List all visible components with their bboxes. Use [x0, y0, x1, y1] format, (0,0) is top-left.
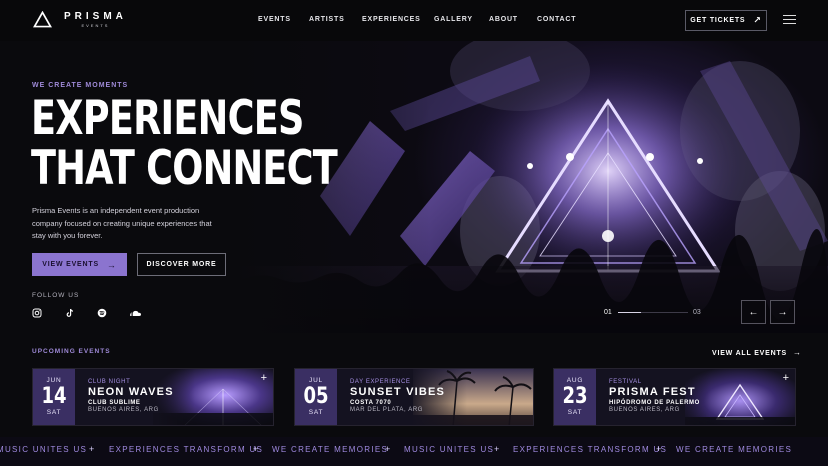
- marquee-item: MUSIC UNITES US: [0, 445, 88, 454]
- event-info: DAY EXPERIENCE SUNSET VIBES COSTA 7070 M…: [350, 379, 445, 413]
- event-city: MAR DEL PLATA, ARG: [350, 407, 424, 413]
- event-venue: CLUB SUBLIME: [88, 400, 141, 406]
- soundcloud-icon[interactable]: [129, 308, 142, 318]
- event-card-sunset-vibes[interactable]: JUL 05 SAT DAY EXPERIENCE SUNSET VIBES C…: [294, 368, 534, 426]
- slide-total-number: 03: [693, 309, 701, 316]
- view-all-events-label: VIEW ALL EVENTS: [712, 350, 788, 357]
- event-info: FESTIVAL PRISMA FEST HIPÓDROMO DE PALERM…: [609, 379, 700, 413]
- event-card-prisma-fest[interactable]: AUG 23 SAT FESTIVAL PRISMA FEST HIPÓDROM…: [553, 368, 796, 426]
- marquee-item: EXPERIENCES TRANSFORM US: [109, 445, 264, 454]
- nav-link-contact[interactable]: CONTACT: [537, 16, 576, 23]
- event-card-neon-waves[interactable]: JUN 14 SAT CLUB NIGHT NEON WAVES CLUB SU…: [32, 368, 274, 426]
- event-venue: COSTA 7070: [350, 400, 392, 406]
- slide-progress-fill: [618, 312, 642, 313]
- top-navigation: PRISMA EVENTS EVENTS ARTISTS EXPERIENCES…: [0, 0, 828, 41]
- marquee-item: EXPERIENCES TRANSFORM US: [513, 445, 668, 454]
- brand-logo[interactable]: PRISMA EVENTS: [33, 11, 127, 28]
- event-city: BUENOS AIRES, ARG: [609, 407, 680, 413]
- hero-eyebrow: WE CREATE MOMENTS: [32, 82, 129, 89]
- nav-link-gallery[interactable]: GALLERY: [434, 16, 473, 23]
- slide-prev-button[interactable]: ←: [741, 300, 766, 324]
- plus-icon: +: [494, 444, 500, 454]
- event-day: 14: [41, 384, 67, 409]
- event-name: PRISMA FEST: [609, 386, 696, 398]
- marquee-item: MUSIC UNITES US: [404, 445, 495, 454]
- plus-icon: +: [89, 444, 95, 454]
- plus-icon[interactable]: +: [783, 373, 789, 384]
- event-category: FESTIVAL: [609, 379, 642, 385]
- upcoming-events-title: UPCOMING EVENTS: [32, 348, 111, 355]
- slide-next-button[interactable]: →: [770, 300, 795, 324]
- plus-icon: +: [253, 444, 259, 454]
- hero-headline: EXPERIENCES THAT CONNECT: [31, 91, 338, 196]
- event-name: SUNSET VIBES: [350, 386, 446, 398]
- event-city: BUENOS AIRES, ARG: [88, 407, 159, 413]
- prism-logo-icon: [33, 11, 52, 28]
- event-day: 05: [303, 384, 329, 409]
- plus-icon: +: [656, 444, 662, 454]
- event-venue: HIPÓDROMO DE PALERMO: [609, 400, 700, 406]
- event-name: NEON WAVES: [88, 386, 174, 398]
- slide-current-number: 01: [604, 309, 612, 316]
- discover-more-button[interactable]: DISCOVER MORE: [137, 253, 226, 276]
- view-events-label: VIEW EVENTS: [42, 261, 99, 268]
- get-tickets-button[interactable]: GET TICKETS ↗: [685, 10, 767, 31]
- hero-headline-line-1: EXPERIENCES: [31, 91, 304, 146]
- hero-section: WE CREATE MOMENTS EXPERIENCES THAT CONNE…: [0, 41, 828, 333]
- plus-icon[interactable]: +: [261, 373, 267, 384]
- instagram-icon[interactable]: [32, 308, 42, 318]
- nav-link-artists[interactable]: ARTISTS: [309, 16, 345, 23]
- nav-link-about[interactable]: ABOUT: [489, 16, 518, 23]
- get-tickets-label: GET TICKETS: [690, 17, 746, 24]
- event-category: CLUB NIGHT: [88, 379, 131, 385]
- tiktok-icon[interactable]: [65, 308, 75, 318]
- follow-us-label: FOLLOW US: [32, 292, 80, 299]
- marquee-item: WE CREATE MEMORIES: [272, 445, 389, 454]
- marquee-banner: MUSIC UNITES US + EXPERIENCES TRANSFORM …: [0, 437, 828, 466]
- slide-progress-track: [618, 312, 688, 313]
- arrow-right-icon: →: [777, 306, 788, 318]
- nav-link-experiences[interactable]: EXPERIENCES: [362, 16, 421, 23]
- arrow-left-icon: ←: [748, 306, 759, 318]
- event-weekday: SAT: [308, 409, 324, 416]
- event-date-block: JUN 14 SAT: [33, 369, 75, 425]
- hamburger-menu-icon[interactable]: [783, 15, 796, 25]
- event-month: AUG: [566, 377, 584, 384]
- event-date-block: AUG 23 SAT: [554, 369, 596, 425]
- view-all-events-link[interactable]: VIEW ALL EVENTS →: [712, 348, 802, 357]
- event-info: CLUB NIGHT NEON WAVES CLUB SUBLIME BUENO…: [88, 379, 174, 413]
- discover-more-label: DISCOVER MORE: [146, 261, 217, 268]
- hero-headline-line-2: THAT CONNECT: [31, 141, 338, 196]
- arrow-right-icon: →: [106, 259, 117, 270]
- hero-description: Prisma Events is an independent event pr…: [32, 206, 212, 240]
- arrow-right-icon: →: [793, 348, 802, 357]
- spotify-icon[interactable]: [97, 308, 107, 318]
- brand-subtitle: EVENTS: [81, 22, 110, 28]
- event-day: 23: [562, 384, 588, 409]
- event-weekday: SAT: [46, 409, 62, 416]
- event-month: JUL: [309, 377, 323, 384]
- plus-icon: +: [385, 444, 391, 454]
- event-month: JUN: [46, 377, 62, 384]
- event-category: DAY EXPERIENCE: [350, 379, 411, 385]
- event-weekday: SAT: [567, 409, 583, 416]
- marquee-item: WE CREATE MEMORIES: [676, 445, 793, 454]
- arrow-up-right-icon: ↗: [753, 15, 762, 25]
- event-date-block: JUL 05 SAT: [295, 369, 337, 425]
- nav-link-events[interactable]: EVENTS: [258, 16, 291, 23]
- view-events-button[interactable]: VIEW EVENTS →: [32, 253, 127, 276]
- brand-name: PRISMA: [64, 10, 127, 22]
